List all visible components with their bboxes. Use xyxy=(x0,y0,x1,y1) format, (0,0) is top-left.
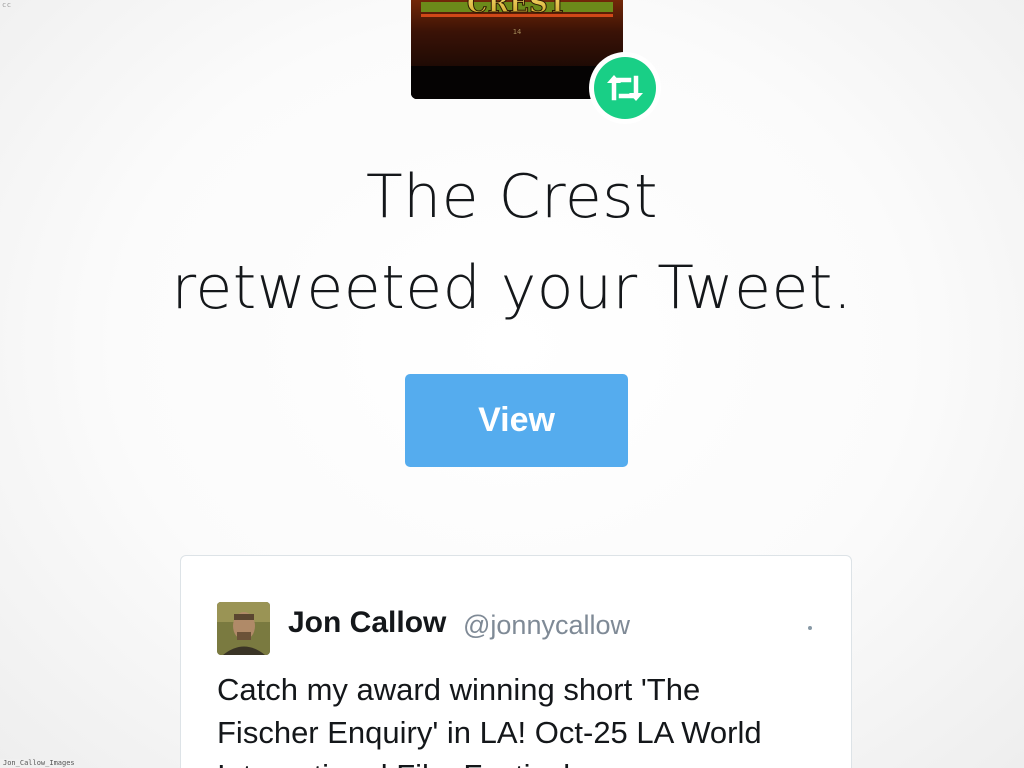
profile-image-container: CREST 14 xyxy=(411,0,661,124)
photo-watermark: Jon_Callow_Images xyxy=(0,759,78,768)
avatar[interactable] xyxy=(217,602,270,655)
jon-callow-avatar-image xyxy=(217,602,270,655)
tweet-text: Catch my award winning short 'The Fische… xyxy=(217,668,827,768)
poster-title: CREST xyxy=(467,0,568,19)
notification-line-1: The Crest xyxy=(365,162,659,232)
poster-subtext: 14 xyxy=(513,28,521,36)
tweet-options-icon[interactable] xyxy=(808,626,812,630)
tweet-text-line-1: Catch my award winning short 'The xyxy=(217,672,701,707)
tweet-text-line-2: Fischer Enquiry' in LA! Oct-25 LA World xyxy=(217,715,762,750)
author-name[interactable]: Jon Callow xyxy=(288,606,446,640)
tweet-card[interactable]: Jon Callow @jonnycallow Catch my award w… xyxy=(180,555,852,768)
notification-line-2: retweeted your Tweet. xyxy=(171,253,853,323)
author-handle[interactable]: @jonnycallow xyxy=(463,610,630,641)
email-notification-page: cc CREST 14 The Crest retweeted your Twe… xyxy=(0,0,1024,768)
retweet-icon xyxy=(607,75,643,101)
tweet-text-line-3: International Film Festival... xyxy=(217,754,827,768)
view-button[interactable]: View xyxy=(405,374,628,467)
corner-tag: cc xyxy=(2,1,12,9)
retweet-badge xyxy=(589,52,661,124)
